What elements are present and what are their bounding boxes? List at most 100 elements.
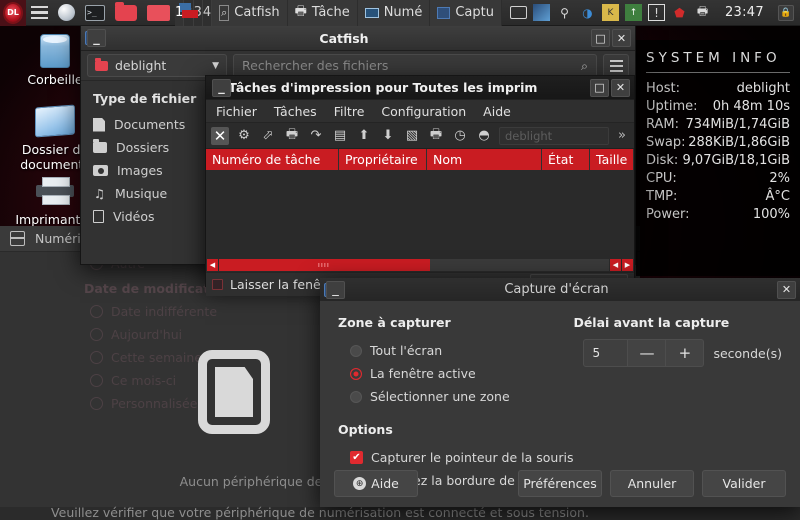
clipboard-icon[interactable]: ▤ [331,127,349,145]
delay-increment-button[interactable]: + [666,339,704,367]
web-browser-launcher[interactable] [53,0,80,26]
column-header-size[interactable]: Taille [590,149,634,170]
conky-row-host: Host:deblight [646,80,790,98]
radio-icon [90,305,103,318]
maximize-button[interactable]: □ [590,79,609,97]
user-icon[interactable]: ◓ [475,127,493,145]
minimize-button[interactable]: _ [326,281,345,299]
notes-icon[interactable]: ! [648,4,665,21]
volume-icon[interactable]: ◑ [579,4,596,21]
catfish-sidebar: Type de fichier Documents Dossiers Image… [81,81,209,262]
catfish-titlebar[interactable]: ⌕ Catfish _ □ ✕ [81,26,635,51]
clipboard-icon[interactable]: K [602,4,619,21]
print-icon[interactable]: 🖶 [283,127,301,145]
minimize-button[interactable]: _ [212,79,231,97]
cancel-button[interactable]: Annuler [610,470,694,497]
menu-taches[interactable]: Tâches [274,104,317,119]
sidebar-item-music[interactable]: ♫ Musique [89,182,209,205]
column-header-name[interactable]: Nom [427,149,542,170]
workspace-1[interactable]: 1 [175,0,184,26]
maximize-button[interactable]: □ [591,29,610,47]
sidebar-item-documents[interactable]: Documents [89,113,209,136]
sidebar-item-images[interactable]: Images [89,159,209,182]
radio-selected-icon [350,368,362,380]
terminal-launcher[interactable]: >_ [80,0,110,26]
zone-header: Zone à capturer [338,315,563,330]
resume-job-icon[interactable]: ⬀ [259,127,277,145]
capture-titlebar[interactable]: ◎ Capture d'écran _ ✕ [320,278,800,301]
zone-section: Zone à capturer Tout l'écran La fenêtre … [338,315,563,408]
network-icon[interactable] [533,4,550,21]
cancel-job-icon[interactable]: ✕ [211,127,229,145]
help-icon: ⊕ [353,477,366,490]
sidebar-item-folders[interactable]: Dossiers [89,136,209,159]
radio-fullscreen[interactable]: Tout l'écran [338,339,563,362]
scanner-icon [365,8,379,18]
radio-active-window[interactable]: La fenêtre active [338,362,563,385]
printjobs-toolbar: ✕ ⚙ ⬀ 🖶 ↷ ▤ ⬆ ⬇ ▧ 🖶 ◷ ◓ deblight » [206,123,634,149]
validate-button[interactable]: Valider [702,470,786,497]
search-icon[interactable]: ⌕ [581,58,588,74]
preferences-button[interactable]: Préférences [518,470,602,497]
menu-aide[interactable]: Aide [483,104,511,119]
keep-window-checkbox[interactable] [212,279,223,290]
sidebar-item-videos[interactable]: Vidéos [89,205,209,228]
close-button[interactable]: ✕ [611,79,630,97]
move-down-icon[interactable]: ⬇ [379,127,397,145]
search-input[interactable]: Rechercher des fichiers ⌕ [233,54,597,77]
applications-menu-button[interactable] [26,0,53,26]
column-header-job-number[interactable]: Numéro de tâche [206,149,339,170]
task-button-scanner[interactable]: Numé [358,0,431,26]
scroll-thumb[interactable] [219,259,430,271]
radio-select-region[interactable]: Sélectionner une zone [338,385,563,408]
close-button[interactable]: ✕ [777,281,796,299]
task-button-printjobs[interactable]: 🖶 Tâche [288,0,358,26]
printjobs-titlebar[interactable]: 🖶 Tâches d'impression pour Toutes les im… [206,76,634,100]
delay-input[interactable]: 5 [583,339,628,367]
workspace-switcher[interactable]: 1 2 3 4 [175,0,212,26]
minimize-button[interactable]: _ [87,29,106,47]
scroll-right-icon[interactable]: ▶ [622,259,633,271]
whisker-menu-button[interactable]: DL [0,0,26,26]
overflow-icon[interactable]: » [615,128,629,143]
close-button[interactable]: ✕ [612,29,631,47]
lock-screen-button[interactable]: 🔒 [778,5,794,21]
clock[interactable]: 23:47 [717,5,772,20]
radio-icon [350,345,362,357]
column-header-owner[interactable]: Propriétaire [339,149,427,170]
delay-stepper[interactable]: 5 — + seconde(s) [583,339,782,367]
help-button[interactable]: ⊕ Aide [334,470,418,497]
bluetooth-icon[interactable]: ⚲ [556,4,573,21]
checkbox-capture-pointer[interactable]: ✔ Capturer le pointeur de la souris [338,446,782,469]
page-icon[interactable]: ▧ [403,127,421,145]
redo-icon[interactable]: ↷ [307,127,325,145]
shield-icon[interactable]: ⬟ [671,4,688,21]
workspace-4[interactable]: 4 [203,0,212,26]
clock-icon[interactable]: ◷ [451,127,469,145]
film-icon [93,210,104,223]
column-header-state[interactable]: État [542,149,590,170]
menu-filtre[interactable]: Filtre [334,104,365,119]
printjobs-search-input[interactable]: deblight [499,127,609,145]
menu-configuration[interactable]: Configuration [381,104,466,119]
file-manager-launcher[interactable] [110,0,142,26]
path-selector[interactable]: deblight ▼ [87,54,227,77]
settings-icon[interactable]: ⚙ [235,127,253,145]
scroll-left-icon[interactable]: ◀ [207,259,218,271]
catfish-menu-button[interactable] [603,54,629,77]
updates-icon[interactable]: ↑ [625,4,642,21]
printer-tray-icon[interactable]: 🖶 [694,4,711,21]
task-button-catfish[interactable]: ⌕ Catfish [212,0,288,26]
printer-icon[interactable]: 🖶 [427,127,445,145]
scroll-track[interactable] [219,259,609,271]
horizontal-scrollbar[interactable]: ◀ ◀ ▶ [206,258,634,272]
move-up-icon[interactable]: ⬆ [355,127,373,145]
menu-fichier[interactable]: Fichier [216,104,257,119]
conky-row-uptime: Uptime:0h 48m 10s [646,98,790,116]
display-icon[interactable] [510,6,527,19]
scroll-left-2-icon[interactable]: ◀ [610,259,621,271]
delay-decrement-button[interactable]: — [628,339,666,367]
task-button-capture[interactable]: Captu [430,0,502,26]
files-secondary-launcher[interactable] [142,0,175,26]
ghost-date-today: Aujourd'hui [90,327,182,342]
